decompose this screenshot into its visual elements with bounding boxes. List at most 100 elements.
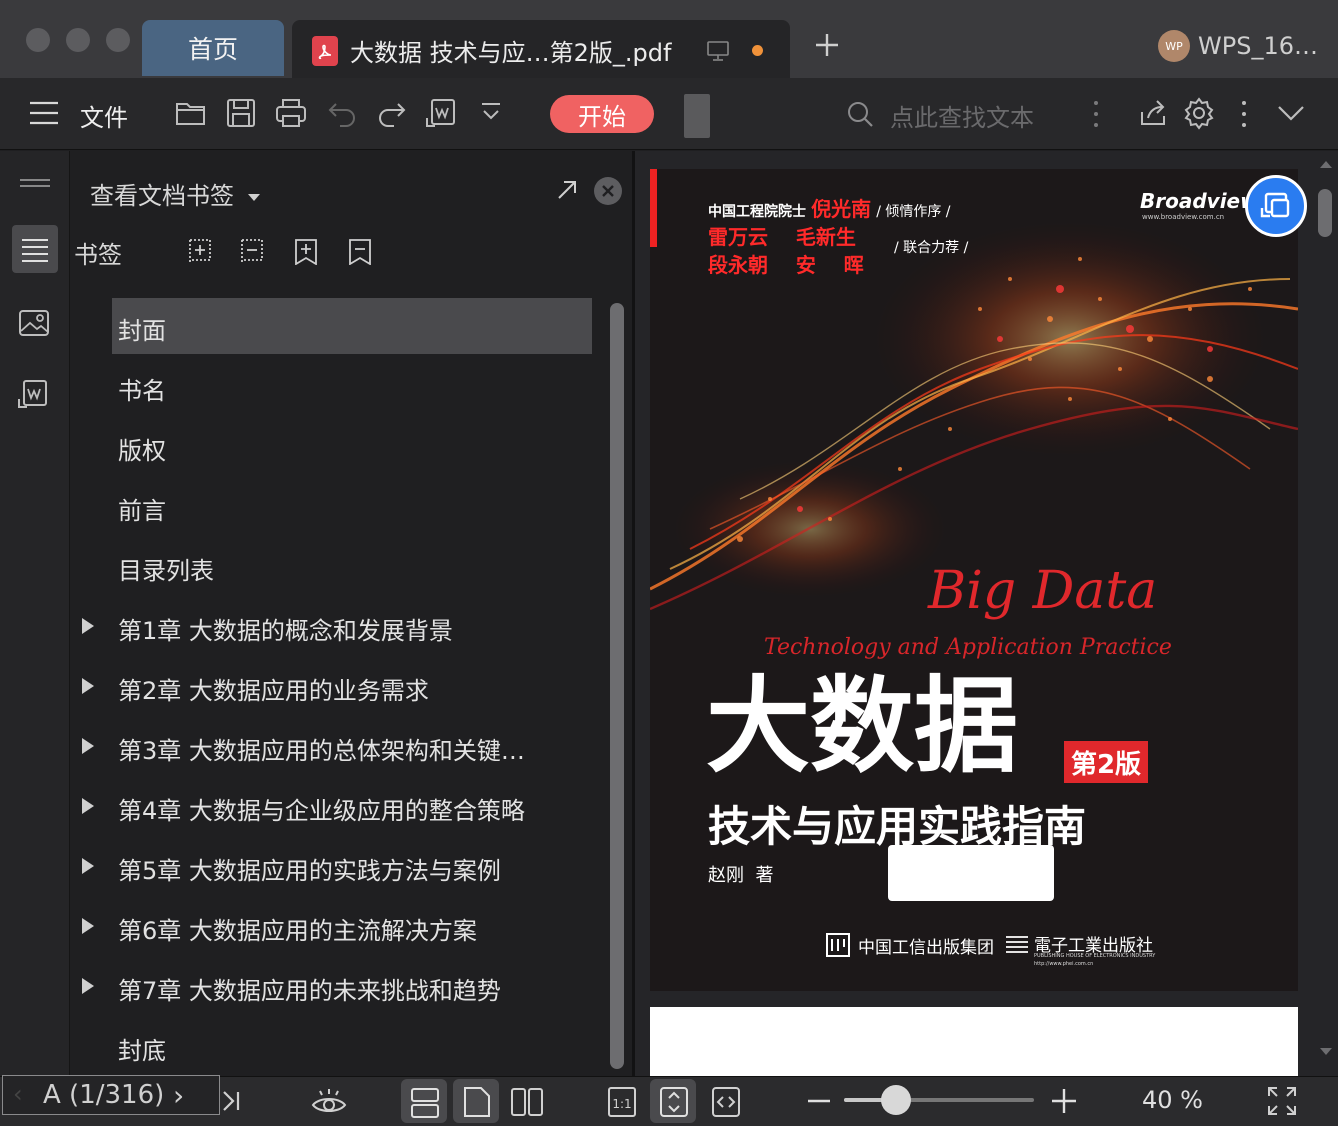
zoom-level[interactable]: 40 % [1142,1086,1203,1114]
file-menu[interactable]: 文件 [80,98,128,133]
share-icon[interactable] [1136,96,1170,130]
bookmark-item-label: 第1章 大数据的概念和发展背景 [118,617,453,645]
vertical-more-icon-2[interactable] [1236,98,1252,130]
pdf-cover-page: 中国工程院院士 倪光南 / 倾情作序 / 雷万云 毛新生 段永朝 安 晖 / 联… [650,169,1298,991]
fit-width-icon[interactable] [710,1085,742,1119]
document-view[interactable]: 中国工程院院士 倪光南 / 倾情作序 / 雷万云 毛新生 段永朝 安 晖 / 联… [635,151,1338,1076]
open-folder-icon[interactable] [174,96,208,130]
bookmark-item[interactable]: 封底 [112,1018,592,1074]
bookmark-item[interactable]: 第6章 大数据应用的主流解决方案 [82,898,592,954]
tab-home[interactable]: 首页 [142,20,284,76]
scroll-down-icon[interactable] [1319,1047,1333,1057]
hamburger-menu-icon[interactable] [28,100,60,126]
add-bookmark-icon[interactable] [186,237,214,265]
bookmark-item-label: 第3章 大数据应用的总体架构和关键… [118,737,525,765]
expand-triangle-icon[interactable] [82,678,94,694]
print-icon[interactable] [274,96,308,130]
svg-text:1:1: 1:1 [612,1097,631,1111]
main-toolbar: 文件 开始 点此查找文本 [0,78,1338,150]
window-minimize-button[interactable] [66,28,90,52]
ribbon-collapse-handle[interactable] [684,94,710,138]
bookmark-item[interactable]: 第1章 大数据的概念和发展背景 [82,598,592,654]
settings-gear-icon[interactable] [1182,96,1216,130]
expand-triangle-icon[interactable] [82,918,94,934]
page-indicator: A (1/316) [43,1080,165,1110]
cover-edition-badge: 第2版 [1064,741,1148,783]
new-tab-button[interactable] [812,30,842,60]
remove-bookmark-icon[interactable] [238,237,266,265]
panel-title-dropdown[interactable]: 查看文档书签 [90,176,260,211]
last-page-icon[interactable] [220,1089,242,1113]
zoom-slider-thumb[interactable] [880,1085,911,1115]
window-zoom-button[interactable] [106,28,130,52]
save-icon[interactable] [224,96,258,130]
pdf-file-icon [312,36,338,66]
chevron-down-icon[interactable] [1276,102,1306,124]
close-panel-button[interactable] [594,177,622,205]
expand-triangle-icon[interactable] [82,738,94,754]
expand-triangle-icon[interactable] [82,858,94,874]
caret-down-icon [247,193,260,201]
actual-size-icon[interactable]: 1:1 [606,1085,638,1119]
zoom-out-icon[interactable] [806,1091,832,1111]
expand-triangle-icon[interactable] [82,978,94,994]
rail-collapse-icon[interactable] [18,177,52,189]
popout-arrow-icon[interactable] [556,179,578,201]
bookmark-item[interactable]: 第7章 大数据应用的未来挑战和趋势 [82,958,592,1014]
cover-author: 赵刚 著 [708,865,774,886]
undo-icon[interactable] [326,96,360,130]
floating-convert-button[interactable] [1245,175,1307,237]
publisher-2-url: http://www.phei.com.cn [1034,961,1094,967]
bookmark-item[interactable]: 目录列表 [112,538,592,594]
bookmark-item-label: 目录列表 [118,557,214,585]
bookmark-item-label: 第7章 大数据应用的未来挑战和趋势 [118,977,501,1005]
fullscreen-icon[interactable] [1266,1085,1298,1117]
bookmark-item[interactable]: 第2章 大数据应用的业务需求 [82,658,592,714]
bookmark-item-label: 前言 [118,497,166,525]
scroll-up-icon[interactable] [1319,159,1333,169]
zoom-in-icon[interactable] [1050,1087,1078,1115]
bookmark-item-label: 版权 [118,437,166,465]
monitor-icon [706,40,730,62]
bookmark-item[interactable]: 第4章 大数据与企业级应用的整合策略 [82,778,592,834]
continuous-scroll-icon [410,1087,440,1119]
page-number-field[interactable]: ‹ A (1/316) › [2,1075,220,1115]
unsaved-dot-indicator [752,45,763,56]
bookmark-item-label: 第6章 大数据应用的主流解决方案 [118,917,477,945]
panel-scrollbar-thumb[interactable] [610,303,624,1069]
bookmark-item[interactable]: 版权 [112,418,592,474]
expand-triangle-icon[interactable] [82,798,94,814]
export-convert-icon[interactable] [16,377,50,411]
pdf-to-image-icon [1260,192,1290,218]
bookmark-item[interactable]: 封面 [112,298,592,354]
expand-triangle-icon[interactable] [82,618,94,634]
title-bar: 首页 大数据 技术与应…第2版_.pdf WP WPS_16… [0,0,1338,78]
broadview-url: www.broadview.com.cn [1142,213,1225,221]
delete-bookmark-icon[interactable] [346,237,374,265]
prev-page-arrow-icon[interactable]: ‹ [13,1080,23,1108]
pdf-next-page [650,1007,1298,1076]
phei-logo-icon [1004,931,1030,957]
next-page-arrow-icon[interactable]: › [173,1079,184,1112]
window-close-button[interactable] [26,28,50,52]
add-child-bookmark-icon[interactable] [292,237,320,265]
two-page-view-icon[interactable] [510,1085,544,1119]
document-scrollbar-thumb[interactable] [1318,189,1332,237]
redo-icon[interactable] [374,96,408,130]
bookmark-list-icon[interactable] [20,237,50,263]
export-convert-icon[interactable] [424,96,458,130]
tab-document[interactable]: 大数据 技术与应…第2版_.pdf [292,20,790,78]
bookmark-item[interactable]: 书名 [112,358,592,414]
bookmark-item[interactable]: 前言 [112,478,592,534]
bookmark-item[interactable]: 第3章 大数据应用的总体架构和关键… [82,718,592,774]
search-input[interactable]: 点此查找文本 [890,98,1034,133]
bookmark-item[interactable]: 第5章 大数据应用的实践方法与案例 [82,838,592,894]
vertical-more-icon[interactable] [1088,98,1104,130]
start-tab-button[interactable]: 开始 [550,95,654,133]
account-menu[interactable]: WP WPS_16… [1158,30,1318,62]
cover-redaction-box [888,845,1054,901]
tab-document-title: 大数据 技术与应…第2版_.pdf [350,39,672,67]
eye-protection-icon[interactable] [310,1087,348,1117]
thumbnail-image-icon[interactable] [18,309,50,337]
more-dropdown-icon[interactable] [478,100,504,126]
